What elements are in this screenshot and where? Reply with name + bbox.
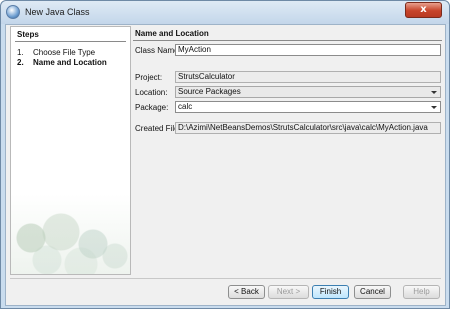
class-name-input[interactable]: MyAction xyxy=(175,44,441,56)
class-name-label: Class Name: xyxy=(135,46,181,55)
title-bar[interactable]: New Java Class x xyxy=(1,1,449,24)
decorative-bubbles xyxy=(11,194,130,274)
dialog-window: New Java Class x Steps 1. Choose File Typ… xyxy=(0,0,450,309)
window-title: New Java Class xyxy=(25,7,90,17)
step-number: 1. xyxy=(17,48,24,57)
app-icon xyxy=(6,5,20,19)
dialog-body: Steps 1. Choose File Type 2. Name and Loca… xyxy=(5,24,446,306)
created-file-field: D:\Azimi\NetBeansDemos\StrutsCalculator\… xyxy=(175,122,441,134)
step-number: 2. xyxy=(17,58,24,67)
created-file-label: Created File: xyxy=(135,124,181,133)
help-button[interactable]: Help xyxy=(403,285,440,299)
steps-title: Steps xyxy=(17,30,39,39)
step-item: 1. Choose File Type xyxy=(17,48,95,57)
project-label: Project: xyxy=(135,73,163,82)
package-label: Package: xyxy=(135,103,169,112)
location-dropdown[interactable]: Source Packages xyxy=(175,86,441,98)
step-label: Choose File Type xyxy=(33,48,96,57)
step-item-current: 2. Name and Location xyxy=(17,58,107,67)
steps-divider xyxy=(15,41,126,42)
next-button[interactable]: Next > xyxy=(268,285,309,299)
panel-title: Name and Location xyxy=(135,29,209,38)
step-label: Name and Location xyxy=(33,58,107,67)
finish-button[interactable]: Finish xyxy=(312,285,349,299)
name-location-panel: Name and Location Class Name: MyAction P… xyxy=(133,26,442,275)
location-label: Location: xyxy=(135,88,168,97)
cancel-button[interactable]: Cancel xyxy=(354,285,391,299)
steps-panel: Steps 1. Choose File Type 2. Name and Loca… xyxy=(10,26,131,275)
back-button[interactable]: < Back xyxy=(228,285,265,299)
button-separator xyxy=(10,278,441,279)
project-field: StrutsCalculator xyxy=(175,71,441,83)
panel-divider xyxy=(133,40,442,41)
close-button[interactable]: x xyxy=(405,2,442,18)
package-combobox[interactable]: calc xyxy=(175,101,441,113)
